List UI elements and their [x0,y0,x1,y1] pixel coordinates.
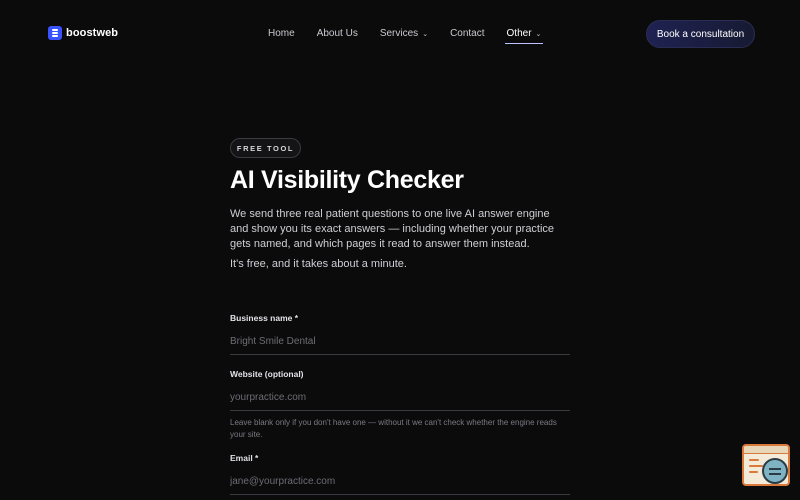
page-title: AI Visibility Checker [230,166,464,194]
website-help-text: Leave blank only if you don't have one —… [230,418,557,439]
nav-item-contact[interactable]: Contact [450,28,484,39]
logo[interactable]: boostweb [48,26,118,40]
logo-text: boostweb [66,27,119,39]
free-tool-badge: FREE TOOL [230,138,301,158]
website-input[interactable] [230,385,570,411]
widget-titlebar [744,446,788,454]
website-field: Website (optional) Leave blank only if y… [230,369,570,441]
business-name-label: Business name * [230,313,299,323]
nav-label: Contact [450,28,485,39]
main-nav: Home About Us Services ⌄ Contact Other ⌄ [268,28,563,44]
email-label: Email * [230,453,259,463]
widget-line [749,471,758,473]
nav-item-other[interactable]: Other ⌄ [504,28,544,44]
email-field: Email * [230,453,570,495]
page-subtext: It's free, and it takes about a minute. [230,258,407,270]
logo-icon [48,26,62,40]
nav-label: Home [268,28,295,39]
website-label: Website (optional) [230,369,304,379]
business-name-field: Business name * [230,313,570,355]
page-description: We send three real patient questions to … [230,208,555,250]
chevron-down-icon: ⌄ [535,30,542,38]
nav-label: Services [379,28,419,39]
chevron-down-icon: ⌄ [422,30,429,38]
site-header: boostweb Home About Us Services ⌄ Contac… [0,0,800,66]
chat-icon [762,458,788,484]
nav-item-home[interactable]: Home [268,28,295,39]
chat-widget-button[interactable] [742,444,790,486]
email-input[interactable] [230,469,570,495]
widget-line [749,459,759,461]
nav-label: About Us [316,28,358,39]
nav-item-services[interactable]: Services ⌄ [380,28,428,39]
nav-label: Other [506,28,532,39]
widget-line [749,465,763,467]
nav-item-about-us[interactable]: About Us [317,28,358,39]
business-name-input[interactable] [230,329,570,355]
book-consultation-button[interactable]: Book a consultation [646,20,755,48]
